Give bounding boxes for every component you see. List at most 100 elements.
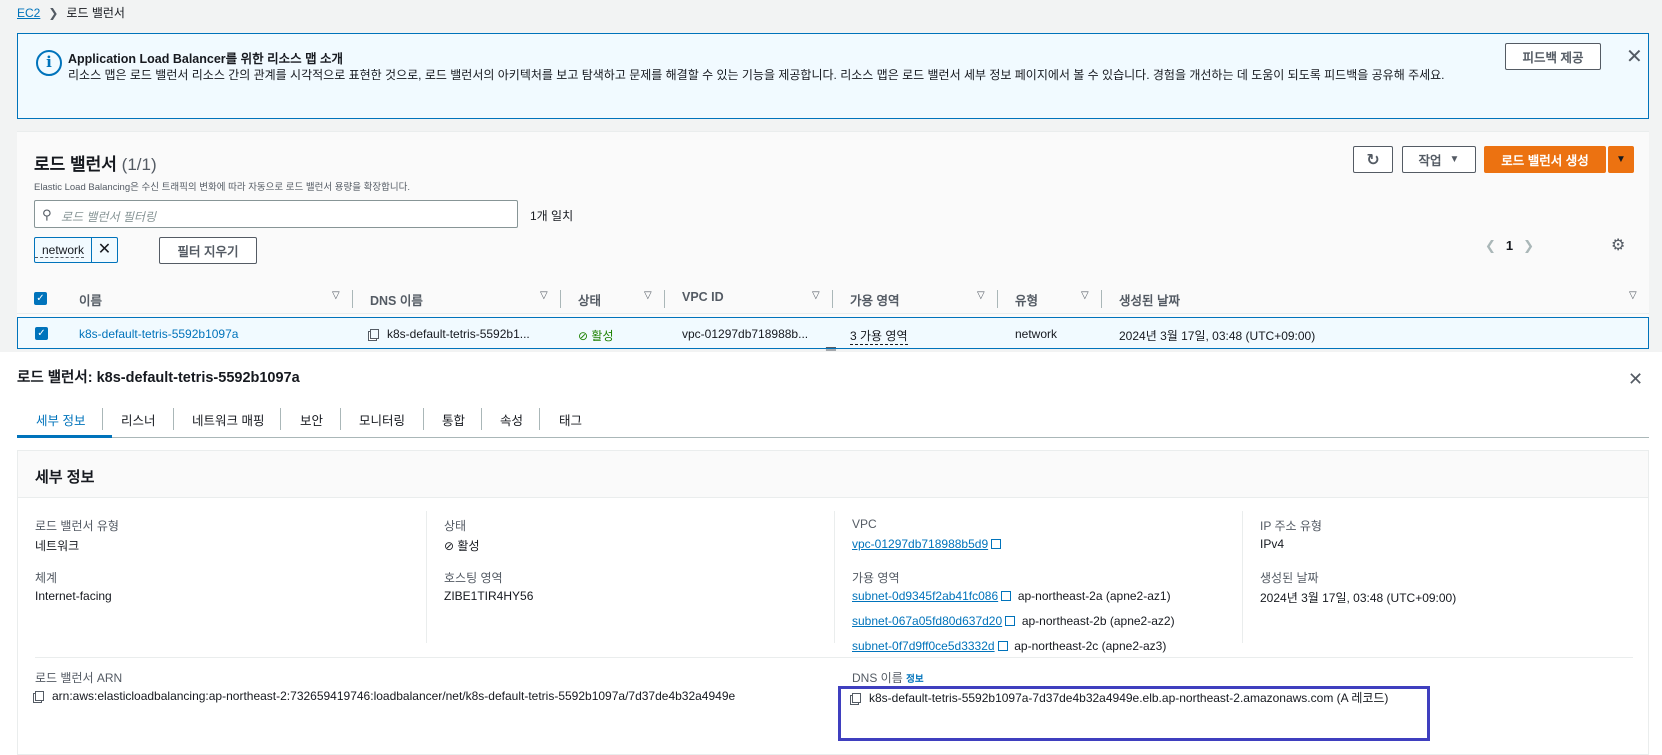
column-header-dns[interactable]: DNS 이름 xyxy=(370,290,423,309)
tab-details[interactable]: 세부 정보 xyxy=(36,410,85,429)
tab-separator xyxy=(340,408,341,430)
info-banner: i Application Load Balancer를 위한 리소스 맵 소개… xyxy=(17,33,1649,119)
column-divider xyxy=(834,511,835,643)
vpc-link[interactable]: vpc-01297db718988b5d9 xyxy=(852,537,988,551)
external-link-icon[interactable] xyxy=(997,641,1008,651)
section-title: 세부 정보 xyxy=(35,469,95,486)
tab-separator xyxy=(173,408,174,430)
subnet-link[interactable]: subnet-0f7d9ff0ce5d3332d xyxy=(852,639,995,653)
sort-icon[interactable]: ▽ xyxy=(977,290,985,301)
subnet-zone: ap-northeast-2c (apne2-az3) xyxy=(1014,639,1167,653)
tab-separator xyxy=(102,408,103,430)
sort-icon[interactable]: ▽ xyxy=(540,290,548,301)
subnet-item: subnet-067a05fd80d637d20 ap-northeast-2b… xyxy=(852,614,1175,628)
caret-down-icon: ▼ xyxy=(1449,154,1460,165)
sort-icon[interactable]: ▽ xyxy=(644,290,652,301)
current-page[interactable]: 1 xyxy=(1506,238,1513,254)
hosted-zone-value: ZIBE1TIR4HY56 xyxy=(444,589,534,603)
filter-token-value[interactable]: network xyxy=(35,243,85,258)
dns-info-link[interactable]: 정보 xyxy=(906,674,923,685)
close-icon[interactable]: ✕ xyxy=(1628,370,1643,388)
banner-description: 리소스 맵은 로드 밸런서 리소스 간의 관계를 시각적으로 표현한 것으로, … xyxy=(68,68,1445,82)
actions-label: 작업 xyxy=(1418,154,1442,168)
scheme-value: Internet-facing xyxy=(35,589,112,603)
row-name-link[interactable]: k8s-default-tetris-5592b1097a xyxy=(79,327,238,341)
external-link-icon[interactable] xyxy=(991,539,1002,549)
tab-tags[interactable]: 태그 xyxy=(559,410,582,429)
next-page-icon[interactable]: ❯ xyxy=(1523,238,1534,254)
hosted-zone-label: 호스팅 영역 xyxy=(444,571,503,585)
tab-monitoring[interactable]: 모니터링 xyxy=(359,410,405,429)
subnet-item: subnet-0f7d9ff0ce5d3332d ap-northeast-2c… xyxy=(852,639,1166,653)
close-icon[interactable]: ✕ xyxy=(1626,47,1643,67)
tab-security[interactable]: 보안 xyxy=(300,410,323,429)
external-link-icon[interactable] xyxy=(1001,591,1012,601)
select-all-checkbox[interactable]: ✓ xyxy=(34,292,47,305)
tab-network-mapping[interactable]: 네트워크 매핑 xyxy=(192,410,264,429)
subnet-link[interactable]: subnet-0d9345f2ab41fc086 xyxy=(852,589,998,603)
row-dns: k8s-default-tetris-5592b1... xyxy=(370,327,530,341)
match-count: 1개 일치 xyxy=(530,209,574,223)
row-type: network xyxy=(1015,327,1058,341)
column-separator xyxy=(560,290,561,308)
breadcrumb-ec2-link[interactable]: EC2 xyxy=(17,6,40,20)
info-icon: i xyxy=(36,50,62,76)
tab-separator xyxy=(539,408,540,430)
settings-gear-icon[interactable]: ⚙ xyxy=(1611,235,1625,255)
lb-type-value: 네트워크 xyxy=(35,539,80,553)
breadcrumb: EC2 ❯ 로드 밸런서 xyxy=(17,4,125,21)
column-separator xyxy=(1101,290,1102,308)
row-state-text: 활성 xyxy=(591,329,614,343)
state-value: ⊘ 활성 xyxy=(444,537,480,554)
external-link-icon[interactable] xyxy=(1005,616,1016,626)
prev-page-icon[interactable]: ❮ xyxy=(1485,238,1496,254)
column-header-vpc[interactable]: VPC ID xyxy=(682,290,724,304)
subnet-item: subnet-0d9345f2ab41fc086 ap-northeast-2a… xyxy=(852,589,1171,603)
sort-icon[interactable]: ▽ xyxy=(332,290,340,301)
tab-integrations[interactable]: 통합 xyxy=(442,410,465,429)
refresh-icon: ↻ xyxy=(1366,151,1380,169)
row-dns-text: k8s-default-tetris-5592b1... xyxy=(387,327,530,341)
az-label: 가용 영역 xyxy=(852,571,900,585)
remove-filter-icon[interactable]: ✕ xyxy=(91,238,117,262)
actions-button[interactable]: 작업 ▼ xyxy=(1402,146,1476,173)
subnet-link[interactable]: subnet-067a05fd80d637d20 xyxy=(852,614,1002,628)
tab-attributes[interactable]: 속성 xyxy=(500,410,523,429)
feedback-button[interactable]: 피드백 제공 xyxy=(1505,43,1601,70)
create-dropdown-button[interactable]: ▼ xyxy=(1608,146,1634,173)
chevron-right-icon: ❯ xyxy=(48,5,59,20)
refresh-button[interactable]: ↻ xyxy=(1353,146,1393,173)
lb-type-label: 로드 밸런서 유형 xyxy=(35,519,119,533)
state-text: 활성 xyxy=(457,539,480,553)
column-divider xyxy=(1242,511,1243,643)
column-header-created[interactable]: 생성된 날짜 xyxy=(1119,290,1180,309)
filter-token: network ✕ xyxy=(34,237,118,263)
sort-icon[interactable]: ▽ xyxy=(1081,290,1089,301)
create-load-balancer-button[interactable]: 로드 밸런서 생성 xyxy=(1484,146,1606,173)
search-icon: ⚲ xyxy=(42,207,52,222)
column-header-name[interactable]: 이름 xyxy=(79,290,102,309)
sort-icon[interactable]: ▽ xyxy=(1629,290,1637,301)
sort-icon[interactable]: ▽ xyxy=(812,290,820,301)
row-checkbox[interactable]: ✓ xyxy=(35,327,48,340)
clear-filter-button[interactable]: 필터 지우기 xyxy=(159,237,257,264)
row-divider xyxy=(35,657,1633,658)
tab-listeners[interactable]: 리스너 xyxy=(121,410,156,429)
pagination: ❮ 1 ❯ xyxy=(1485,238,1534,254)
row-az[interactable]: 3 가용 영역 xyxy=(850,327,908,345)
column-header-state[interactable]: 상태 xyxy=(578,290,601,309)
column-header-az[interactable]: 가용 영역 xyxy=(850,290,899,309)
column-separator xyxy=(832,290,833,308)
arn-text: arn:aws:elasticloadbalancing:ap-northeas… xyxy=(52,689,736,703)
row-vpc: vpc-01297db718988b... xyxy=(682,327,809,341)
ip-type-value: IPv4 xyxy=(1260,537,1285,551)
search-input[interactable]: ⚲ 로드 밸런서 필터링 xyxy=(34,200,518,228)
detail-tabs: 세부 정보 리스너 네트워크 매핑 보안 모니터링 통합 속성 태그 xyxy=(17,396,1649,438)
copy-icon[interactable] xyxy=(370,329,379,339)
check-circle-icon: ⊘ xyxy=(578,329,589,343)
column-header-type[interactable]: 유형 xyxy=(1015,290,1038,309)
dns-label: DNS 이름 정보 xyxy=(852,669,924,686)
created-label: 생성된 날짜 xyxy=(1260,571,1319,585)
panel-count: (1/1) xyxy=(121,155,157,174)
copy-icon[interactable] xyxy=(35,691,44,701)
